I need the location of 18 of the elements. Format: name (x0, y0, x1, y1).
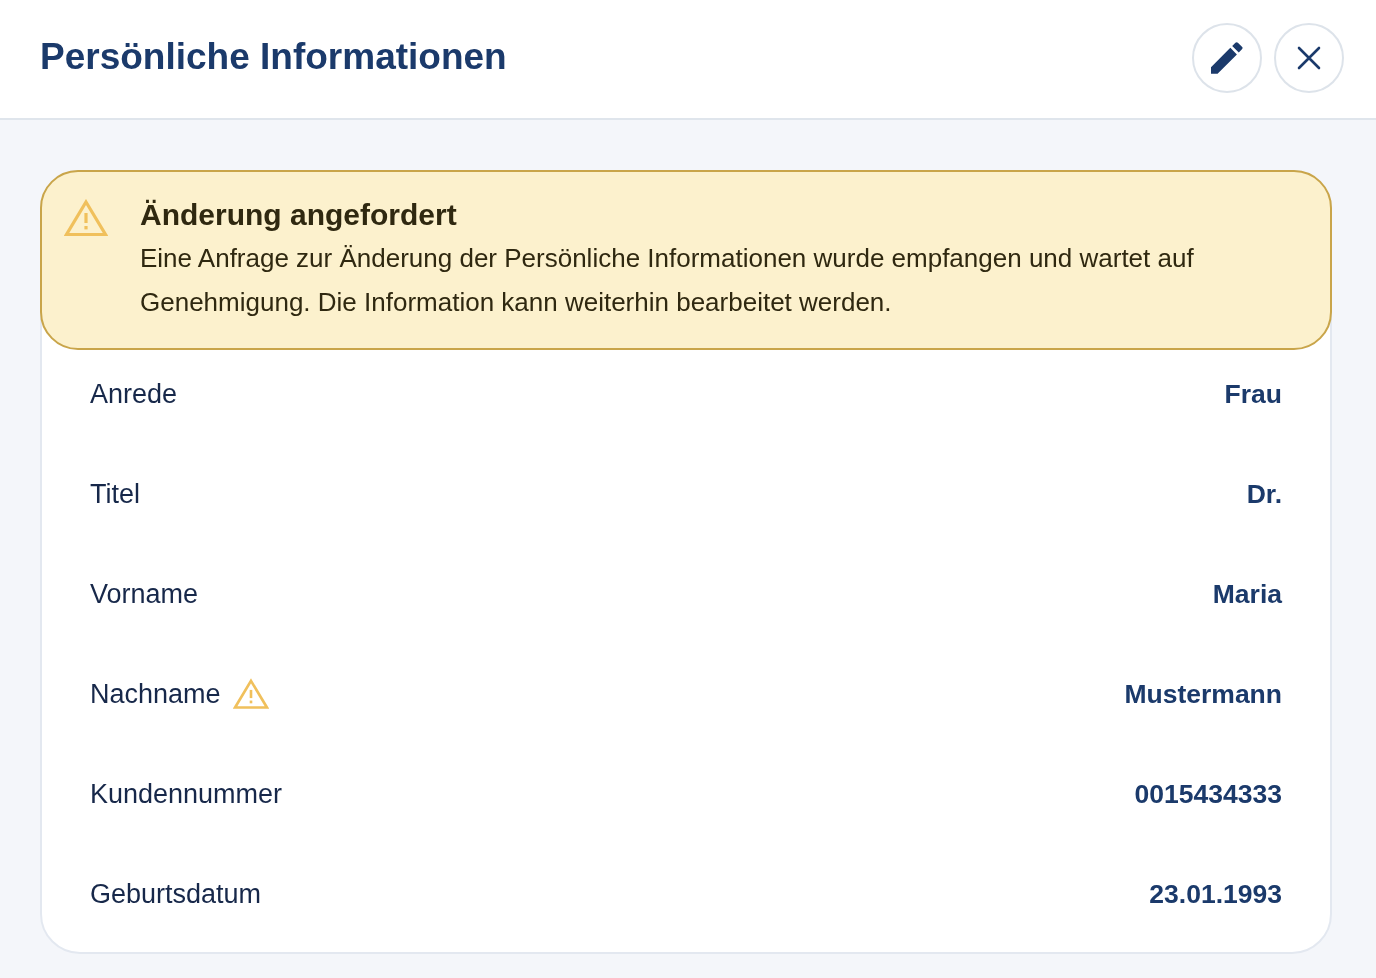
field-value: Frau (1224, 378, 1282, 410)
field-label: Nachname (90, 678, 221, 710)
field-label: Vorname (90, 578, 199, 610)
field-label: Kundennummer (90, 778, 283, 810)
close-icon (1297, 46, 1321, 70)
alert-title: Änderung angefordert (140, 197, 458, 233)
field-value: Mustermann (1124, 678, 1282, 710)
warning-icon (64, 199, 108, 237)
page-title: Persönliche Informationen (40, 36, 507, 78)
field-value: Dr. (1246, 478, 1282, 510)
pencil-icon (1211, 42, 1243, 74)
field-value: 23.01.1993 (1149, 878, 1282, 910)
field-label: Titel (90, 478, 140, 510)
alert-message: Eine Anfrage zur Änderung der Persönliche Informationen wurde empfangen und wartet auf Genehmigung. Die Information kann weiterhin bearbeitet werden. (140, 242, 1195, 319)
field-value: 0015434333 (1134, 778, 1282, 810)
field-label: Anrede (90, 378, 178, 410)
field-label: Geburtsdatum (90, 878, 262, 910)
field-value: Maria (1212, 578, 1282, 610)
